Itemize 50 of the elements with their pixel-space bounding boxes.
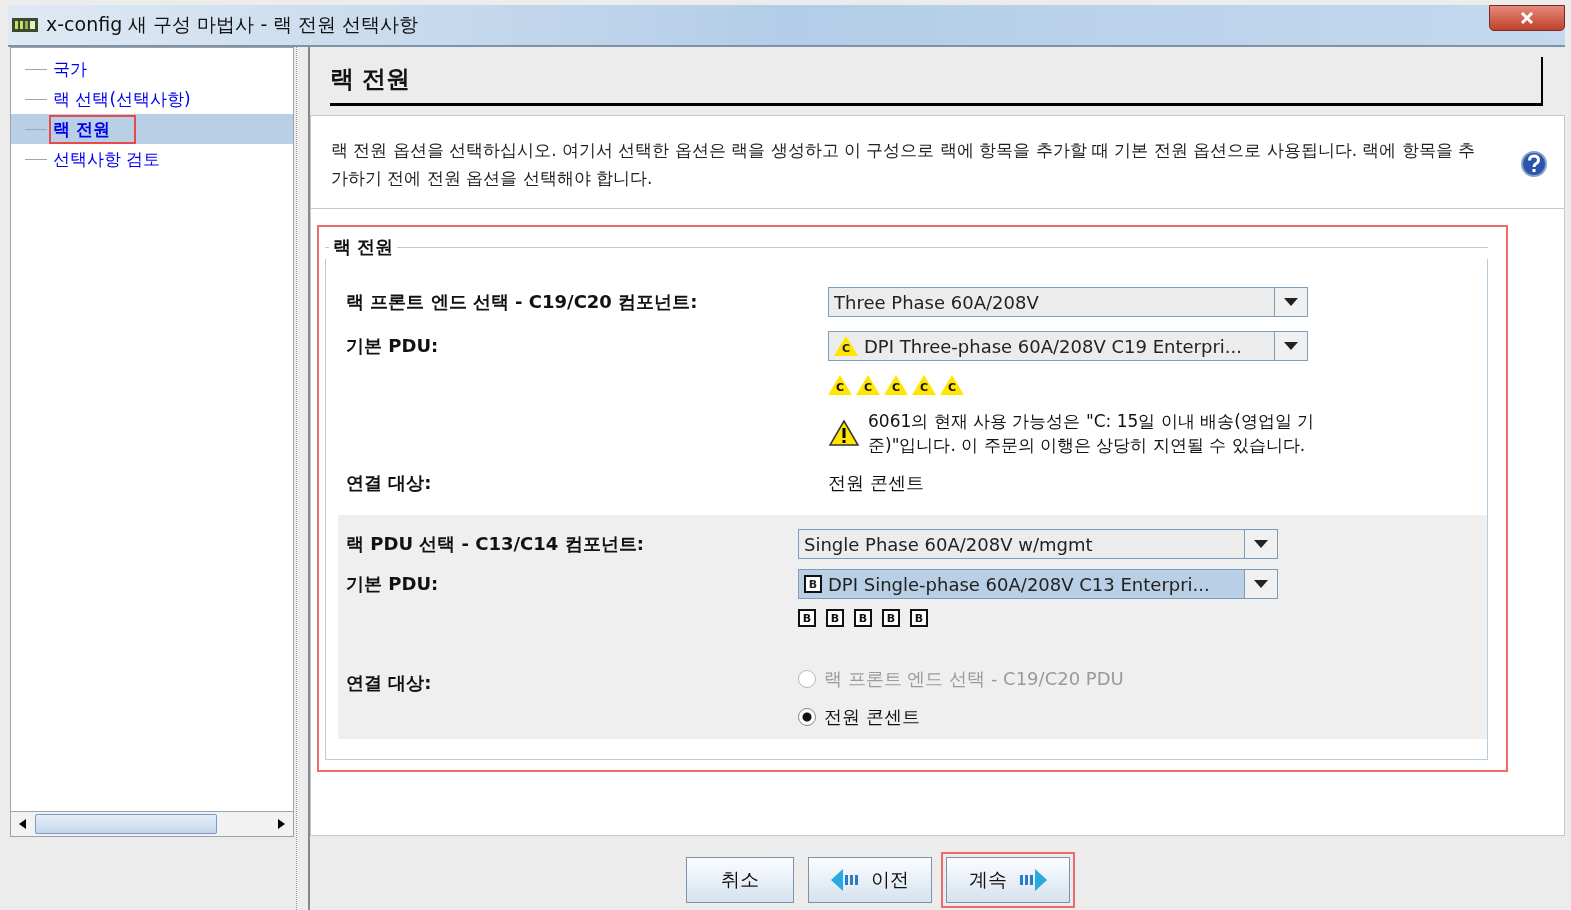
radio-label[interactable]: 전원 콘센트	[824, 705, 920, 729]
page-title: 랙 전원	[330, 57, 1543, 106]
app-icon	[12, 18, 38, 32]
wizard-button[interactable]: 취소	[685, 857, 794, 903]
dropdown[interactable]: Three Phase 60A/208V	[828, 287, 1308, 317]
description-text: 랙 전원 옵션을 선택하십시오. 여기서 선택한 옵션은 랙을 생성하고 이 구성으로 랙에 항목을 추가할 때 기본 전원 옵션으로 사용됩니다. 랙에 항목을 추가하기 전에 전원 옵션을 선택해야 합니다.	[331, 139, 1477, 190]
section-legend: 랙 전원	[333, 235, 394, 259]
horizontal-scrollbar[interactable]	[10, 812, 294, 837]
caret-icon	[1284, 342, 1298, 350]
warning-badge-icon: C	[834, 336, 858, 356]
dropdown[interactable]: B DPI Single-phase 60A/208V C13 Enterpri...	[798, 569, 1278, 599]
field-label: 연결 대상:	[346, 671, 433, 695]
close-icon	[1520, 12, 1534, 24]
field-label: 랙 프론트 엔드 선택 - C19/C20 컴포넌트:	[346, 290, 699, 314]
warning-badge-icon: C	[856, 375, 880, 395]
scrollbar-thumb[interactable]	[35, 814, 217, 834]
caret-icon	[1254, 580, 1268, 588]
help-icon[interactable]	[1520, 150, 1548, 178]
window-title: x-config 새 구성 마법사 - 랙 전원 선택사항	[46, 12, 420, 37]
warning-text: 6061의 현재 사용 가능성은 "C: 15일 이내 배송(영업일 기준)"입니다. 이 주문의 이행은 상당히 지연될 수 있습니다.	[868, 410, 1316, 457]
dropdown[interactable]: Single Phase 60A/208V w/mgmt	[798, 529, 1278, 559]
caret-icon	[1284, 298, 1298, 306]
right-arrow-icon[interactable]	[277, 819, 285, 829]
badge-icon: B	[910, 609, 928, 627]
badge-icon: B	[854, 609, 872, 627]
warning-badge-icon: C	[828, 375, 852, 395]
wizard-button[interactable]: 계속	[945, 857, 1070, 903]
warning-badge-icon: C	[912, 375, 936, 395]
radio-button[interactable]	[798, 708, 816, 726]
warning-icon	[828, 419, 860, 447]
badge-icon: B	[882, 609, 900, 627]
warning-badge-icon: C	[884, 375, 908, 395]
badge-icon: B	[804, 575, 822, 593]
caret-icon	[1254, 540, 1268, 548]
tree-item[interactable]: 랙 선택(선택사항)	[49, 84, 217, 114]
connection-value: 전원 콘센트	[828, 471, 925, 495]
badge-icon: B	[798, 609, 816, 627]
dropdown[interactable]: C DPI Three-phase 60A/208V C19 Enterpri...	[828, 331, 1308, 361]
tree-item[interactable]: 선택사항 검토	[49, 144, 187, 174]
tree-item[interactable]: 국가	[49, 54, 113, 84]
field-label: 기본 PDU:	[346, 572, 440, 596]
field-label: 랙 PDU 선택 - C13/C14 컴포넌트:	[346, 532, 645, 556]
field-label: 연결 대상:	[346, 471, 433, 495]
badge-icon: B	[826, 609, 844, 627]
close-button[interactable]	[1489, 5, 1565, 31]
tree-item[interactable]: 랙 전원	[49, 114, 136, 144]
field-label: 기본 PDU:	[346, 334, 440, 358]
wizard-button[interactable]: 이전	[807, 857, 932, 903]
warning-badge-icon: C	[940, 375, 964, 395]
left-arrow-icon[interactable]	[19, 819, 27, 829]
